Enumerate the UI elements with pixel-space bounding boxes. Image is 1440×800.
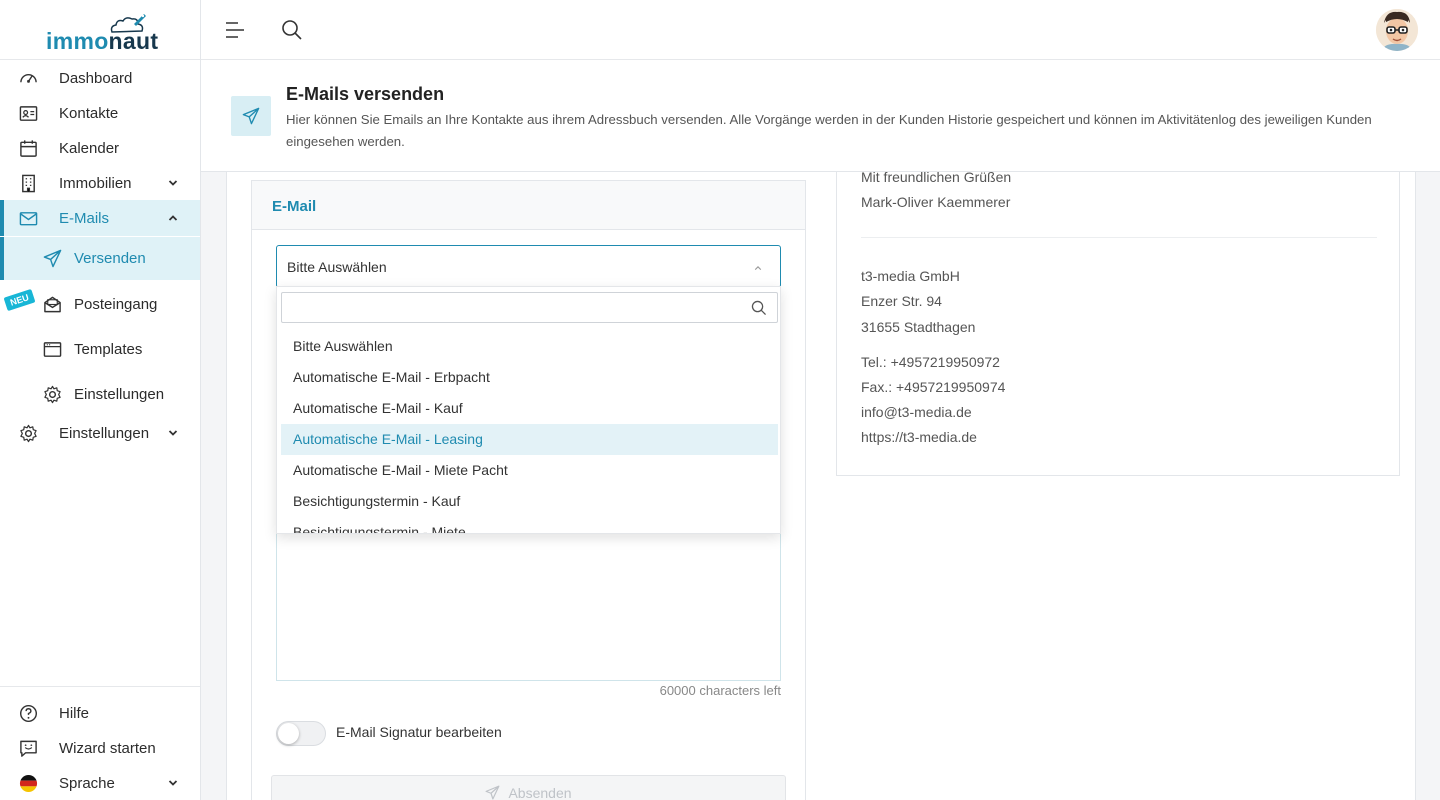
- sidebar-item-label: Einstellungen: [74, 385, 165, 403]
- sidebar-item-label: Dashboard: [59, 69, 133, 87]
- signature-toggle-label: E-Mail Signatur bearbeiten: [336, 724, 502, 740]
- german-flag-icon: [19, 774, 38, 793]
- dropdown-option[interactable]: Automatische E-Mail - Miete Pacht: [281, 455, 778, 486]
- sidebar-item-label: Versenden: [74, 250, 146, 267]
- inbox-icon: [44, 296, 61, 313]
- sidebar-item-posteingang[interactable]: Posteingang: [0, 286, 200, 322]
- signature-company: t3-media GmbH: [861, 268, 960, 284]
- signature-city: 31655 Stadthagen: [861, 319, 976, 335]
- dropdown-option[interactable]: Besichtigungstermin - Kauf: [281, 486, 778, 517]
- dropdown-search-input[interactable]: [281, 292, 778, 323]
- sidebar-item-label: Hilfe: [59, 704, 90, 722]
- divider: [861, 237, 1377, 238]
- signature-fax: Fax.: +4957219950974: [861, 379, 1006, 395]
- page-icon: [231, 96, 271, 136]
- chevron-down-icon: [168, 430, 178, 436]
- dropdown-option[interactable]: Automatische E-Mail - Erbpacht: [281, 362, 778, 393]
- sidebar-item-dashboard[interactable]: Dashboard: [0, 60, 200, 96]
- sidebar-item-label: Kontakte: [59, 104, 119, 122]
- gear-icon: [20, 424, 37, 443]
- message-body-textarea[interactable]: [276, 520, 781, 681]
- sidebar-item-label: Sprache: [59, 774, 115, 792]
- signature-tel: Tel.: +4957219950972: [861, 354, 1000, 370]
- dashboard-icon: [20, 74, 37, 83]
- calendar-icon: [20, 140, 37, 157]
- chars-left-counter: 60000 characters left: [659, 683, 781, 698]
- chevron-down-icon: [168, 780, 178, 786]
- sidebar-item-sprache[interactable]: Sprache: [0, 765, 200, 800]
- template-dropdown: Bitte Auswählen Automatische E-Mail - Er…: [276, 286, 781, 534]
- logo-text: immonaut: [46, 28, 159, 54]
- chevron-up-icon: [754, 266, 762, 270]
- sidebar-item-versenden[interactable]: Versenden: [0, 237, 200, 280]
- signature-email: info@t3-media.de: [861, 404, 972, 420]
- sidebar-item-hilfe[interactable]: Hilfe: [0, 695, 200, 731]
- dropdown-options: Bitte Auswählen Automatische E-Mail - Er…: [281, 331, 778, 533]
- sidebar-item-label: Einstellungen: [59, 424, 150, 442]
- sidebar: immonaut Dashboard Kontakte Kalender Imm…: [0, 0, 201, 800]
- sidebar-item-label: Templates: [74, 340, 143, 358]
- building-icon: [22, 174, 35, 193]
- paper-plane-icon: [242, 107, 260, 125]
- dropdown-option[interactable]: Automatische E-Mail - Kauf: [281, 393, 778, 424]
- signature-name: Mark-Oliver Kaemmerer: [861, 194, 1011, 210]
- send-button[interactable]: Absenden: [271, 775, 786, 800]
- sidebar-item-templates[interactable]: Templates: [0, 331, 200, 367]
- page-header: E-Mails versenden Hier können Sie Emails…: [201, 60, 1440, 172]
- contacts-icon: [19, 106, 38, 121]
- logo[interactable]: immonaut: [0, 0, 200, 60]
- dropdown-option-highlighted[interactable]: Automatische E-Mail - Leasing: [281, 424, 778, 455]
- template-select-value: Bitte Auswählen: [287, 259, 387, 275]
- divider: [0, 686, 200, 687]
- search-icon[interactable]: [281, 19, 303, 41]
- avatar[interactable]: [1376, 9, 1418, 51]
- chevron-up-icon: [168, 215, 178, 221]
- page-description: Hier können Sie Emails an Ihre Kontakte …: [286, 112, 1372, 149]
- paper-plane-icon: [43, 249, 62, 268]
- help-icon: [19, 704, 38, 723]
- signature-toggle[interactable]: [276, 721, 326, 746]
- paper-plane-icon: [485, 785, 500, 800]
- send-button-label: Absenden: [508, 785, 572, 800]
- mail-icon: [19, 212, 38, 226]
- sidebar-item-kalender[interactable]: Kalender: [0, 130, 200, 166]
- chevron-down-icon: [168, 180, 178, 186]
- sidebar-item-immobilien[interactable]: Immobilien: [0, 165, 200, 201]
- signature-web: https://t3-media.de: [861, 429, 977, 445]
- sidebar-item-emails[interactable]: E-Mails: [0, 200, 200, 236]
- sidebar-item-kontakte[interactable]: Kontakte: [0, 95, 200, 131]
- sidebar-item-label: E-Mails: [59, 209, 110, 227]
- signature-street: Enzer Str. 94: [861, 293, 942, 309]
- menu-icon[interactable]: [225, 21, 245, 39]
- sidebar-item-email-einstellungen[interactable]: Einstellungen: [0, 376, 200, 412]
- dropdown-option[interactable]: Besichtigungstermin - Miete: [281, 517, 778, 533]
- email-panel-title: E-Mail: [252, 181, 805, 230]
- search-icon: [751, 300, 767, 316]
- sidebar-item-wizard[interactable]: Wizard starten: [0, 730, 200, 766]
- topbar: [201, 0, 1440, 60]
- page-title: E-Mails versenden: [286, 84, 445, 104]
- sidebar-item-einstellungen[interactable]: Einstellungen: [0, 415, 200, 451]
- sidebar-item-label: Kalender: [59, 139, 120, 157]
- gear-icon: [44, 385, 61, 404]
- chat-smile-icon: [20, 740, 37, 757]
- sidebar-item-label: Wizard starten: [59, 739, 156, 757]
- sidebar-item-label: Immobilien: [59, 174, 132, 192]
- template-icon: [43, 342, 62, 357]
- dropdown-option[interactable]: Bitte Auswählen: [281, 331, 778, 362]
- template-select[interactable]: Bitte Auswählen: [276, 245, 781, 288]
- sidebar-item-label: Posteingang: [74, 295, 158, 313]
